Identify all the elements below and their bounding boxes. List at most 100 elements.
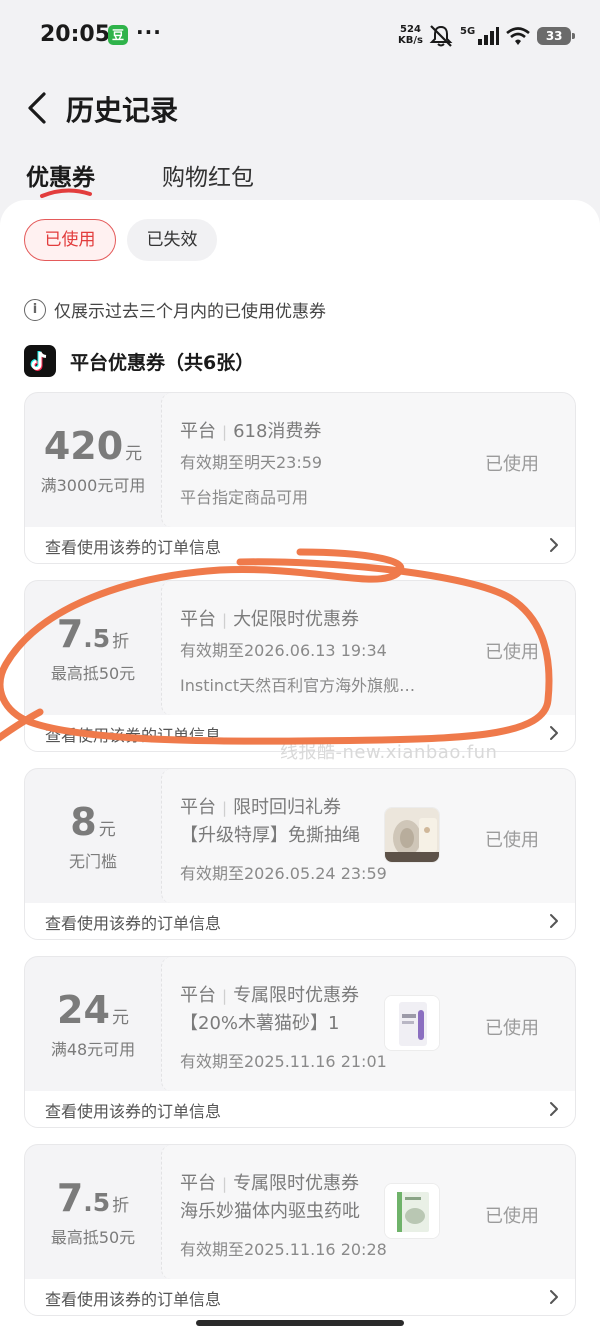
- coupon-details: 平台 | 618消费券 有效期至明天23:59 平台指定商品可用 已使用: [161, 393, 575, 527]
- coupon-status: 已使用: [485, 1018, 539, 1039]
- coupon-amount-fraction: .5: [83, 1188, 111, 1217]
- view-order-text: 查看使用该券的订单信息: [45, 726, 222, 745]
- chevron-left-icon: [28, 92, 46, 124]
- tab-shopping-red-packet[interactable]: 购物红包: [162, 158, 254, 192]
- coupon-unit: 折: [112, 1196, 130, 1216]
- info-icon: i: [24, 298, 46, 321]
- chevron-right-icon: [550, 1290, 558, 1304]
- more-notifications-icon: ···: [136, 20, 162, 44]
- coupon-type: 平台: [180, 609, 216, 630]
- coupon-amount-fraction: .5: [83, 624, 111, 653]
- coupon-title: 平台 | 618消费券: [180, 421, 322, 442]
- coupon-title: 平台 | 专属限时优惠券: [180, 985, 360, 1006]
- coupon-validity: 有效期至2026.06.13 19:34: [180, 641, 387, 660]
- view-order-link[interactable]: 查看使用该券的订单信息: [25, 1279, 575, 1315]
- network-type: 5G: [460, 25, 476, 37]
- coupon-value: 24 元 满48元可用: [25, 957, 161, 1091]
- coupon-card[interactable]: 7 .5 折 最高抵50元 平台 | 专属限时优惠券 海乐妙猫体内驱虫药吡 有效期至…: [24, 1144, 576, 1316]
- coupon-name: 专属限时优惠券: [233, 1173, 360, 1194]
- status-time: 20:05: [40, 22, 111, 47]
- coupon-details: 平台 | 专属限时优惠券 海乐妙猫体内驱虫药吡 有效期至2025.11.16 20:…: [161, 1145, 575, 1279]
- coupon-details: 平台 | 限时回归礼券 【升级特厚】免撕抽绳 有效期至2026.05.24 23:5…: [161, 769, 575, 903]
- coupon-scope: Instinct天然百利官方海外旗舰…: [180, 676, 416, 695]
- coupon-name: 专属限时优惠券: [233, 985, 360, 1006]
- chevron-right-icon: [550, 1102, 558, 1116]
- coupon-name: 大促限时优惠券: [233, 609, 360, 630]
- home-indicator[interactable]: [196, 1320, 404, 1326]
- coupon-card[interactable]: 24 元 满48元可用 平台 | 专属限时优惠券 【20%木薯猫砂】1 有效期至20…: [24, 956, 576, 1128]
- page-title: 历史记录: [66, 94, 179, 127]
- coupon-body: 7 .5 折 最高抵50元 平台 | 大促限时优惠券 有效期至2026.06.13 …: [25, 581, 575, 715]
- coupon-condition: 无门槛: [68, 852, 117, 871]
- view-order-text: 查看使用该券的订单信息: [45, 1290, 222, 1309]
- coupon-card[interactable]: 420 元 满3000元可用 平台 | 618消费券 有效期至明天23:59 平台指…: [24, 392, 576, 564]
- view-order-link[interactable]: 查看使用该券的订单信息: [25, 903, 575, 939]
- view-order-text: 查看使用该券的订单信息: [45, 538, 222, 557]
- coupon-status: 已使用: [485, 454, 539, 475]
- coupon-type: 平台: [180, 421, 216, 442]
- coupon-amount: 8: [70, 800, 97, 844]
- back-button[interactable]: [22, 88, 58, 128]
- coupon-product: 海乐妙猫体内驱虫药吡: [180, 1201, 360, 1222]
- battery-icon: 33: [537, 27, 576, 45]
- status-icons: 5G 33: [428, 23, 576, 49]
- network-speed-unit: KB/s: [398, 35, 423, 46]
- coupon-product: 【20%木薯猫砂】1: [180, 1013, 340, 1034]
- coupon-status: 已使用: [485, 1206, 539, 1227]
- view-order-link[interactable]: 查看使用该券的订单信息: [25, 1091, 575, 1127]
- coupon-amount: 420: [43, 424, 124, 468]
- coupon-status: 已使用: [485, 830, 539, 851]
- coupon-unit: 元: [98, 820, 116, 840]
- product-thumbnail: [384, 995, 440, 1051]
- section-title: 平台优惠券（共6张）: [70, 351, 255, 374]
- coupon-amount: 24: [57, 988, 110, 1032]
- filter-expired-chip[interactable]: 已失效: [127, 219, 217, 261]
- notice-text: 仅展示过去三个月内的已使用优惠券: [54, 302, 326, 322]
- coupon-card[interactable]: 8 元 无门槛 平台 | 限时回归礼券 【升级特厚】免撕抽绳 有效期至2026.05…: [24, 768, 576, 940]
- chevron-right-icon: [550, 538, 558, 552]
- coupon-unit: 折: [112, 632, 130, 652]
- coupon-validity: 有效期至明天23:59: [180, 453, 323, 472]
- coupon-body: 7 .5 折 最高抵50元 平台 | 专属限时优惠券 海乐妙猫体内驱虫药吡 有效期至…: [25, 1145, 575, 1279]
- network-speed: 524 KB/s: [398, 24, 423, 46]
- coupon-title: 平台 | 限时回归礼券: [180, 797, 342, 818]
- coupon-name: 618消费券: [233, 421, 322, 442]
- tab-coupons[interactable]: 优惠券: [26, 158, 95, 192]
- view-order-link[interactable]: 查看使用该券的订单信息: [25, 527, 575, 563]
- coupon-product: 【升级特厚】免撕抽绳: [180, 825, 360, 846]
- product-thumbnail: [384, 807, 440, 863]
- coupon-title: 平台 | 大促限时优惠券: [180, 609, 360, 630]
- coupon-value: 7 .5 折 最高抵50元: [25, 1145, 161, 1279]
- coupon-details: 平台 | 大促限时优惠券 有效期至2026.06.13 19:34 Instinct…: [161, 581, 575, 715]
- coupon-type: 平台: [180, 797, 216, 818]
- coupon-condition: 最高抵50元: [50, 664, 136, 683]
- coupon-condition: 满3000元可用: [40, 476, 146, 495]
- signal-icon: [478, 27, 500, 45]
- chevron-right-icon: [550, 726, 558, 740]
- wifi-icon: [506, 27, 530, 45]
- active-tab-indicator: [40, 188, 92, 198]
- coupon-body: 24 元 满48元可用 平台 | 专属限时优惠券 【20%木薯猫砂】1 有效期至20…: [25, 957, 575, 1091]
- product-thumbnail: [384, 1183, 440, 1239]
- view-order-text: 查看使用该券的订单信息: [45, 914, 222, 933]
- coupon-type: 平台: [180, 1173, 216, 1194]
- filter-used-chip[interactable]: 已使用: [24, 219, 116, 261]
- section-header: 平台优惠券（共6张）: [24, 345, 254, 377]
- coupon-value: 7 .5 折 最高抵50元: [25, 581, 161, 715]
- coupon-unit: 元: [125, 444, 143, 464]
- network-speed-value: 524: [400, 24, 421, 35]
- coupon-value: 420 元 满3000元可用: [25, 393, 161, 527]
- coupon-title: 平台 | 专属限时优惠券: [180, 1173, 360, 1194]
- coupon-condition: 满48元可用: [50, 1040, 136, 1059]
- coupon-card[interactable]: 7 .5 折 最高抵50元 平台 | 大促限时优惠券 有效期至2026.06.13 …: [24, 580, 576, 752]
- view-order-text: 查看使用该券的订单信息: [45, 1102, 222, 1121]
- coupon-validity: 有效期至2025.11.16 21:01: [180, 1052, 387, 1071]
- coupon-amount: 7: [56, 1176, 84, 1220]
- chevron-right-icon: [550, 914, 558, 928]
- coupon-details: 平台 | 专属限时优惠券 【20%木薯猫砂】1 有效期至2025.11.16 21:…: [161, 957, 575, 1091]
- status-bar: 20:05 豆 ··· 524 KB/s 5G 33: [0, 0, 600, 72]
- coupon-validity: 有效期至2026.05.24 23:59: [180, 864, 387, 883]
- mute-bell-icon: [429, 25, 453, 47]
- coupon-scope: 平台指定商品可用: [180, 488, 309, 507]
- coupon-unit: 元: [111, 1008, 129, 1028]
